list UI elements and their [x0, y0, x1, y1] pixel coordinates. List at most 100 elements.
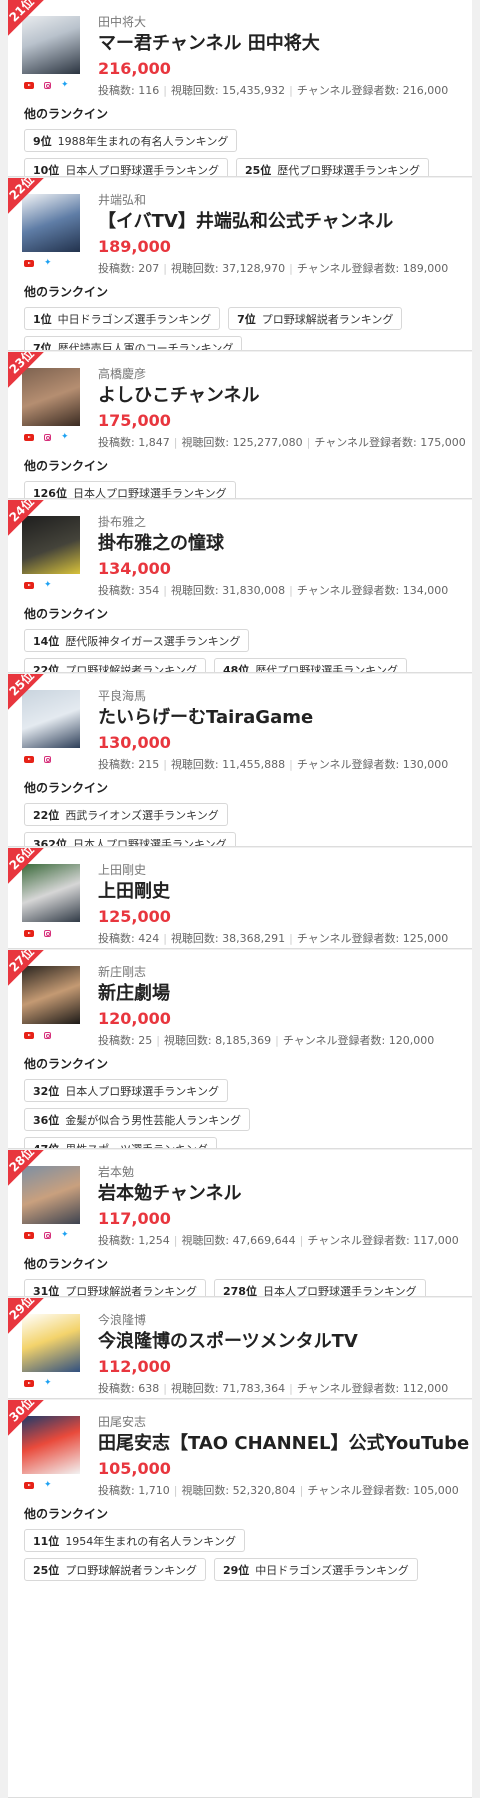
channel-thumbnail[interactable] [22, 1416, 80, 1474]
views-label: 視聴回数: [181, 1234, 230, 1247]
other-rankings: 1位 中日ドラゴンズ選手ランキング 7位 プロ野球解説者ランキング 7位 歴代読売巨人軍の… [24, 307, 464, 350]
ranking-card: 27位 新庄剛志 新庄劇場 120,000 投稿数: 25 | 視聴回数: 8,185,36… [8, 950, 472, 1149]
ranking-chip[interactable]: 48位 歴代プロ野球選手ランキング [213, 658, 407, 672]
person-name: 岩本勉 [98, 1165, 135, 1179]
youtube-icon[interactable] [24, 1031, 34, 1039]
youtube-icon[interactable] [24, 81, 34, 89]
ranking-card: 30位 ✦ 田尾安志 田尾安志【TAO CHANNEL】公式YouTube 105,00… [8, 1400, 472, 1798]
channel-thumbnail[interactable] [22, 516, 80, 574]
channel-name[interactable]: 岩本勉チャンネル [98, 1182, 464, 1206]
instagram-icon[interactable] [44, 81, 51, 89]
ranking-title: 中日ドラゴンズ選手ランキング [57, 312, 212, 326]
instagram-icon[interactable] [44, 433, 51, 441]
channel-name[interactable]: 田尾安志【TAO CHANNEL】公式YouTube [98, 1432, 469, 1456]
twitter-icon[interactable]: ✦ [61, 432, 69, 442]
ranking-chip[interactable]: 278位 日本人プロ野球選手ランキング [213, 1279, 426, 1296]
ranking-title: 日本人プロ野球選手ランキング [72, 486, 227, 499]
stat-divider: | [289, 932, 293, 945]
ranking-rank: 47位 [33, 1142, 60, 1149]
channel-name[interactable]: 上田剛史 [98, 880, 464, 904]
subscriber-count: 125,000 [98, 907, 171, 926]
youtube-icon[interactable] [24, 433, 34, 441]
channel-name[interactable]: よしひこチャンネル [98, 384, 464, 408]
channel-thumbnail[interactable] [22, 1314, 80, 1372]
channel-thumbnail[interactable] [22, 1166, 80, 1224]
ranking-chip[interactable]: 14位 歴代阪神タイガース選手ランキング [24, 629, 250, 652]
twitter-icon[interactable]: ✦ [61, 80, 69, 90]
youtube-icon[interactable] [24, 1481, 34, 1489]
channel-thumbnail[interactable] [22, 16, 80, 74]
ranking-chip[interactable]: 36位 金髪が似合う男性芸能人ランキング [24, 1108, 250, 1131]
channel-thumbnail[interactable] [22, 966, 80, 1024]
channel-name[interactable]: 今浪隆博のスポーツメンタルTV [98, 1330, 464, 1354]
twitter-icon[interactable]: ✦ [44, 1378, 52, 1388]
ranking-title: プロ野球解説者ランキング [65, 1284, 197, 1297]
stat-divider: | [173, 436, 178, 449]
twitter-icon[interactable]: ✦ [44, 258, 52, 268]
ranking-chip[interactable]: 31位 プロ野球解説者ランキング [24, 1279, 206, 1297]
ranking-chip[interactable]: 22位 西武ライオンズ選手ランキング [24, 803, 228, 826]
ranking-chip[interactable]: 362位 日本人プロ野球選手ランキング [24, 832, 236, 846]
channel-stats: 投稿数: 207 | 視聴回数: 37,128,970 | チャンネル登録者数: 189… [98, 261, 464, 277]
twitter-icon[interactable]: ✦ [44, 1480, 52, 1490]
youtube-icon[interactable] [24, 1379, 34, 1387]
ranking-chip-row: 362位 日本人プロ野球選手ランキング [24, 832, 464, 846]
youtube-icon[interactable] [24, 259, 34, 267]
channel-name[interactable]: マー君チャンネル 田中将大 [98, 32, 464, 56]
ranking-chip[interactable]: 1位 中日ドラゴンズ選手ランキング [24, 307, 221, 330]
subscribers-label: チャンネル登録者数: [314, 436, 417, 449]
channel-thumbnail[interactable] [22, 368, 80, 426]
channel-info: 井端弘和 【イバTV】井端弘和公式チャンネル 189,000 投稿数: 207 | 視聴回… [98, 192, 464, 277]
instagram-icon[interactable] [44, 755, 51, 763]
channel-thumbnail[interactable] [22, 864, 80, 922]
ranking-card: 25位 平良海馬 たいらげーむTairaGame 130,000 投稿数: 215 | 視聴… [8, 674, 472, 847]
ranking-chip[interactable]: 126位 日本人プロ野球選手ランキング [24, 481, 236, 499]
instagram-icon[interactable] [44, 929, 51, 937]
youtube-icon[interactable] [24, 929, 34, 937]
ranking-chip[interactable]: 47位 男性スポーツ選手ランキング [24, 1137, 217, 1149]
ranking-chip[interactable]: 7位 歴代読売巨人軍のコーチランキング [24, 336, 243, 350]
ranking-chip-row: 9位 1988年生まれの有名人ランキング [24, 129, 464, 152]
ranking-title: 1954年生まれの有名人ランキング [65, 1534, 236, 1548]
ranking-chip[interactable]: 32位 日本人プロ野球選手ランキング [24, 1079, 228, 1102]
twitter-icon[interactable]: ✦ [44, 580, 52, 590]
social-links: ✦ [24, 580, 52, 590]
ranking-title: 男性スポーツ選手ランキング [65, 1142, 208, 1149]
views-label: 視聴回数: [181, 1484, 230, 1497]
ranking-chip[interactable]: 25位 歴代プロ野球選手ランキング [235, 158, 429, 176]
youtube-icon[interactable] [24, 755, 34, 763]
youtube-icon[interactable] [24, 1231, 34, 1239]
channel-name[interactable]: 新庄劇場 [98, 982, 464, 1006]
subscriber-count: 189,000 [98, 237, 171, 256]
twitter-icon[interactable]: ✦ [61, 1230, 69, 1240]
instagram-icon[interactable] [44, 1031, 51, 1039]
person-name: 高橋慶彦 [98, 367, 147, 381]
social-links [24, 754, 51, 764]
youtube-icon[interactable] [24, 581, 34, 589]
channel-thumbnail[interactable] [22, 194, 80, 252]
subscribers-value: 130,000 [402, 758, 449, 771]
ranking-chip[interactable]: 11位 1954年生まれの有名人ランキング [24, 1529, 245, 1552]
channel-name[interactable]: 【イバTV】井端弘和公式チャンネル [98, 210, 464, 234]
person-name: 平良海馬 [98, 689, 147, 703]
instagram-icon[interactable] [44, 1231, 51, 1239]
channel-info: 掛布雅之 掛布雅之の憧球 134,000 投稿数: 354 | 視聴回数: 31,830,… [98, 514, 464, 599]
ranking-chip[interactable]: 9位 1988年生まれの有名人ランキング [24, 129, 238, 152]
channel-name[interactable]: 掛布雅之の憧球 [98, 532, 464, 556]
ranking-chip[interactable]: 29位 中日ドラゴンズ選手ランキング [213, 1558, 418, 1581]
ranking-chip[interactable]: 7位 プロ野球解説者ランキング [228, 307, 403, 330]
ranking-rank: 32位 [33, 1084, 60, 1098]
stat-divider: | [173, 1484, 178, 1497]
person-name: 新庄剛志 [98, 965, 147, 979]
views-label: 視聴回数: [170, 84, 219, 97]
ranking-chip[interactable]: 10位 日本人プロ野球選手ランキング [24, 158, 228, 176]
channel-name[interactable]: たいらげーむTairaGame [98, 706, 464, 730]
channel-thumbnail[interactable] [22, 690, 80, 748]
channel-stats: 投稿数: 215 | 視聴回数: 11,455,888 | チャンネル登録者数: 130… [98, 757, 464, 773]
stat-divider: | [163, 758, 167, 771]
stat-divider: | [289, 262, 293, 275]
person-name: 田尾安志 [98, 1415, 147, 1429]
ranking-chip[interactable]: 22位 プロ野球解説者ランキング [24, 658, 206, 672]
ranking-chip[interactable]: 25位 プロ野球解説者ランキング [24, 1558, 206, 1581]
ranking-chip-row: 32位 日本人プロ野球選手ランキング [24, 1079, 464, 1102]
